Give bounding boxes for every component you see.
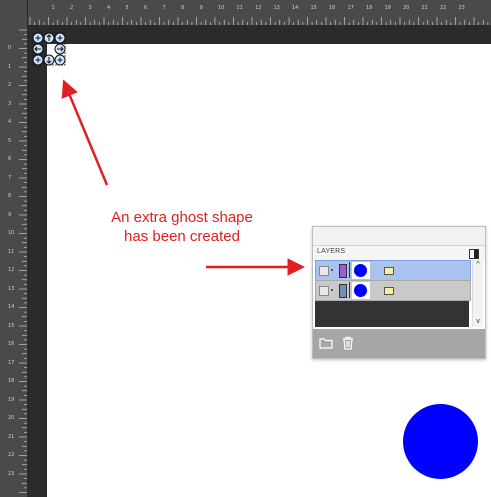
panel-header-bar[interactable] — [313, 227, 485, 246]
layer-tag-icon[interactable] — [384, 267, 394, 275]
lock-dot-icon[interactable] — [331, 289, 333, 291]
trash-icon[interactable] — [341, 336, 355, 350]
layer-color-swatch[interactable] — [339, 284, 347, 298]
layer-thumbnail — [352, 262, 370, 279]
visibility-checkbox[interactable] — [319, 286, 329, 296]
layer-row-circle[interactable] — [315, 280, 471, 301]
lock-dot-icon[interactable] — [331, 269, 333, 271]
layers-panel[interactable]: LAYERS ^ v — [312, 226, 486, 359]
folder-icon[interactable] — [319, 336, 333, 350]
panel-title-row: LAYERS — [313, 246, 485, 260]
layers-panel-title: LAYERS — [317, 248, 346, 255]
layer-row-ghost[interactable] — [315, 260, 471, 281]
layers-scrollbar[interactable]: ^ v — [472, 260, 483, 327]
scroll-up-icon[interactable]: ^ — [474, 261, 482, 269]
blue-circle-shape[interactable] — [403, 404, 478, 479]
row-separator — [349, 262, 350, 278]
layers-panel-footer — [313, 329, 485, 358]
blue-circle-thumbnail — [354, 284, 367, 297]
panel-menu-icon[interactable] — [469, 249, 479, 259]
blue-circle-thumbnail — [354, 264, 367, 277]
visibility-checkbox[interactable] — [319, 266, 329, 276]
ruler-corner — [0, 0, 27, 25]
layer-color-swatch[interactable] — [339, 264, 347, 278]
arrow-to-ghost-shape — [61, 79, 109, 186]
row-separator — [349, 282, 350, 298]
layers-empty-area — [315, 301, 469, 327]
layer-thumbnail — [352, 282, 370, 299]
layer-tag-icon[interactable] — [384, 287, 394, 295]
scroll-down-icon[interactable]: v — [474, 318, 482, 326]
